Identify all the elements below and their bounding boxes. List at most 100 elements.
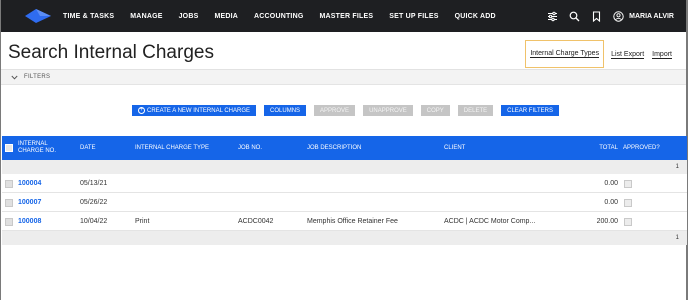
header-links: Internal Charge Types List Export Import: [525, 40, 676, 68]
row-select-checkbox[interactable]: [5, 179, 13, 188]
cell-charge-no[interactable]: 100007: [18, 199, 41, 206]
cell-wrapper: 100008: [18, 212, 41, 231]
row-select-cell: [5, 174, 13, 193]
cell-total: 0.00: [604, 199, 618, 206]
approved-cell: [624, 193, 632, 212]
approved-checkbox[interactable]: [624, 198, 632, 207]
nav-item-time-tasks[interactable]: TIME & TASKS: [63, 13, 114, 20]
table-row[interactable]: 100008 10/04/22 Print ACDC0042 Memphis Offic…: [2, 212, 687, 231]
import-link[interactable]: Import: [648, 50, 676, 59]
button-label: COPY: [426, 107, 444, 114]
cell-date: 05/13/21: [80, 180, 108, 187]
filters-label: FILTERS: [24, 74, 51, 80]
import-label: Import: [652, 50, 672, 59]
cell-wrapper: ACDC0042: [238, 212, 273, 231]
button-label: CLEAR FILTERS: [507, 107, 554, 114]
cell-job-desc: Memphis Office Retainer Fee: [307, 218, 398, 225]
app-logo[interactable]: [23, 8, 53, 24]
cell-wrapper: ACDC | ACDC Motor Comp...: [444, 212, 535, 231]
button-label: UNAPPROVE: [369, 107, 407, 114]
cell-charge-no[interactable]: 100008: [18, 218, 41, 225]
nav-item-accounting[interactable]: ACCOUNTING: [254, 13, 303, 20]
pagination-top: 1: [2, 160, 687, 174]
top-nav: TIME & TASKS MANAGE JOBS MEDIA ACCOUNTING MAS…: [1, 0, 686, 32]
sliders-icon[interactable]: [545, 9, 559, 23]
plus-circle-icon: +: [138, 107, 145, 114]
search-icon[interactable]: [567, 9, 581, 23]
row-select-cell: [5, 212, 13, 231]
cell-wrapper: 0.00: [582, 174, 618, 193]
cell-wrapper: 05/26/22: [80, 193, 107, 212]
cell-charge-no[interactable]: 100004: [18, 180, 41, 187]
col-date[interactable]: DATE: [80, 136, 96, 160]
nav-menu: TIME & TASKS MANAGE JOBS MEDIA ACCOUNTING MAS…: [63, 13, 512, 20]
select-all-cell: [5, 136, 13, 160]
col-client[interactable]: CLIENT: [444, 136, 465, 160]
cell-client: ACDC | ACDC Motor Comp...: [444, 218, 536, 225]
filters-toggle[interactable]: FILTERS: [1, 70, 686, 85]
list-export-link[interactable]: List Export: [607, 50, 648, 59]
table-body: 100004 05/13/21 0.00 100007 05/26/22 0.00 1000…: [2, 174, 687, 231]
col-type[interactable]: INTERNAL CHARGE TYPE: [135, 136, 209, 160]
columns-button[interactable]: COLUMNS: [264, 105, 307, 116]
cell-wrapper: 200.00: [582, 212, 618, 231]
cell-wrapper: 100004: [18, 174, 41, 193]
nav-item-manage[interactable]: MANAGE: [130, 13, 162, 20]
create-a-new-internal-charge-button[interactable]: + CREATE A NEW INTERNAL CHARGE: [132, 105, 257, 116]
cell-wrapper: 0.00: [582, 193, 618, 212]
nav-item-jobs[interactable]: JOBS: [179, 13, 199, 20]
page-number[interactable]: 1: [676, 235, 679, 241]
select-all-checkbox[interactable]: [5, 144, 13, 152]
cell-total: 200.00: [596, 218, 618, 225]
list-export-label: List Export: [611, 50, 645, 59]
app-window: TIME & TASKS MANAGE JOBS MEDIA ACCOUNTING MAS…: [0, 0, 688, 300]
bookmark-icon[interactable]: [589, 9, 603, 23]
cell-job-no: ACDC0042: [238, 218, 274, 225]
user-name[interactable]: MARIA ALVIR: [629, 13, 674, 20]
cell-wrapper: Print: [135, 212, 149, 231]
button-label: COLUMNS: [270, 107, 301, 114]
clear-filters-button[interactable]: CLEAR FILTERS: [501, 105, 560, 116]
table-row[interactable]: 100004 05/13/21 0.00: [2, 174, 687, 193]
cell-wrapper: Memphis Office Retainer Fee: [307, 212, 398, 231]
approve-button[interactable]: APPROVE: [314, 105, 356, 116]
action-toolbar: + CREATE A NEW INTERNAL CHARGE COLUMNS APPR…: [132, 105, 567, 116]
internal-charge-types-label: Internal Charge Types: [530, 50, 600, 58]
nav-item-quick-add[interactable]: QUICK ADD: [455, 13, 496, 20]
cell-date: 10/04/22: [80, 218, 108, 225]
button-label: DELETE: [463, 107, 488, 114]
cell-wrapper: 10/04/22: [80, 212, 107, 231]
row-select-checkbox[interactable]: [5, 198, 13, 207]
button-label: CREATE A NEW INTERNAL CHARGE: [147, 107, 251, 114]
col-job-no[interactable]: JOB NO.: [238, 136, 262, 160]
cell-total: 0.00: [604, 180, 618, 187]
cell-wrapper: 100007: [18, 193, 41, 212]
approved-checkbox[interactable]: [624, 217, 632, 226]
col-total[interactable]: TOTAL: [582, 136, 618, 160]
cell-date: 05/26/22: [80, 199, 108, 206]
nav-item-master-files[interactable]: MASTER FILES: [319, 13, 373, 20]
cell-wrapper: 05/13/21: [80, 174, 107, 193]
approved-checkbox[interactable]: [624, 179, 632, 188]
col-charge-no[interactable]: INTERNAL CHARGE NO.: [18, 136, 56, 160]
page-header: Search Internal Charges Internal Charge …: [1, 32, 686, 70]
approved-cell: [624, 212, 632, 231]
approved-cell: [624, 174, 632, 193]
nav-item-media[interactable]: MEDIA: [214, 13, 238, 20]
internal-charge-types-link[interactable]: Internal Charge Types: [525, 40, 605, 68]
delete-button[interactable]: DELETE: [457, 105, 494, 116]
row-select-cell: [5, 193, 13, 212]
unapprove-button[interactable]: UNAPPROVE: [363, 105, 413, 116]
button-label: APPROVE: [320, 107, 350, 114]
table-row[interactable]: 100007 05/26/22 0.00: [2, 193, 687, 212]
user-icon[interactable]: [611, 9, 625, 23]
nav-item-set-up-files[interactable]: SET UP FILES: [389, 13, 438, 20]
table-header: INTERNAL CHARGE NO. DATE INTERNAL CHARGE…: [2, 136, 687, 160]
col-approved[interactable]: APPROVED?: [623, 136, 660, 160]
pagination-bottom: 1: [2, 231, 687, 245]
row-select-checkbox[interactable]: [5, 217, 13, 226]
copy-button[interactable]: COPY: [420, 105, 450, 116]
page-number[interactable]: 1: [676, 164, 679, 170]
cell-type: Print: [135, 218, 150, 225]
col-job-description[interactable]: JOB DESCRIPTION: [307, 136, 361, 160]
